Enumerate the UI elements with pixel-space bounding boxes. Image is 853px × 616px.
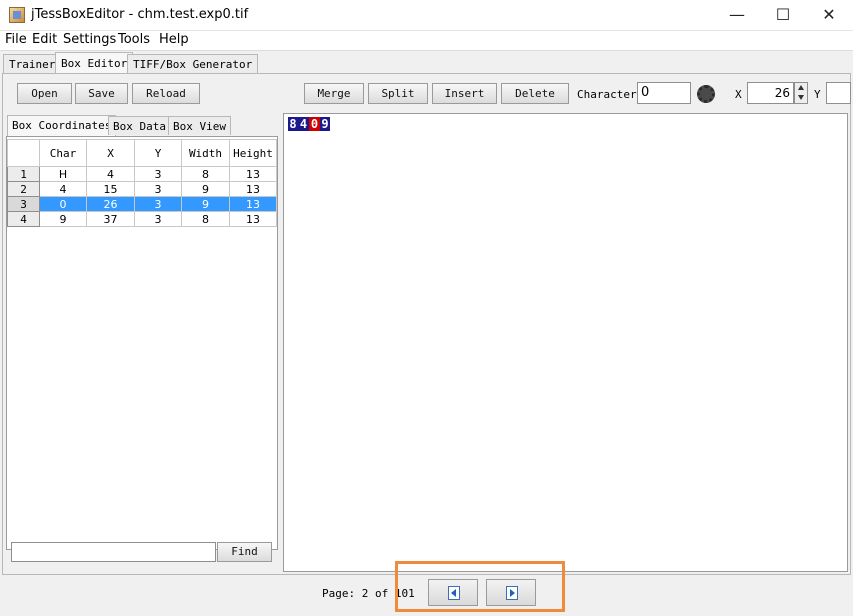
- glyph-box[interactable]: 4: [298, 117, 309, 131]
- tab-tiff-box-generator[interactable]: TIFF/Box Generator: [127, 54, 259, 74]
- delete-button[interactable]: Delete: [501, 83, 569, 104]
- menu-settings[interactable]: Settings: [63, 32, 116, 47]
- cell-y[interactable]: 3: [134, 211, 182, 227]
- highlight-annotation: [395, 561, 565, 612]
- table-corner: [7, 139, 40, 167]
- close-button[interactable]: ✕: [806, 0, 852, 31]
- character-label: Character: [577, 88, 637, 101]
- app-icon: [9, 7, 25, 23]
- y-label: Y: [814, 88, 821, 101]
- row-number[interactable]: 1: [7, 166, 40, 182]
- column-header-y[interactable]: Y: [134, 139, 182, 167]
- row-number[interactable]: 4: [7, 211, 40, 227]
- find-input[interactable]: [11, 542, 216, 562]
- x-spinner[interactable]: [794, 82, 808, 104]
- menu-tools[interactable]: Tools: [118, 32, 150, 47]
- table-row[interactable]: 1 H 4 3 8 13: [7, 166, 277, 182]
- character-field[interactable]: 0: [637, 82, 691, 104]
- window-title: jTessBoxEditor - chm.test.exp0.tif: [31, 7, 249, 22]
- column-header-width[interactable]: Width: [181, 139, 230, 167]
- minimize-button[interactable]: —: [714, 0, 760, 31]
- open-button[interactable]: Open: [17, 83, 72, 104]
- x-label: X: [735, 88, 742, 101]
- tab-box-editor[interactable]: Box Editor: [55, 52, 134, 75]
- cell-char[interactable]: H: [39, 166, 87, 182]
- cell-y[interactable]: 3: [134, 196, 182, 212]
- merge-button[interactable]: Merge: [304, 83, 364, 104]
- x-field[interactable]: 26: [747, 82, 794, 104]
- find-button[interactable]: Find: [217, 542, 272, 562]
- column-header-height[interactable]: Height: [229, 139, 277, 167]
- tab-trainer[interactable]: Trainer: [3, 54, 62, 74]
- cell-x[interactable]: 37: [86, 211, 135, 227]
- tab-box-coordinates[interactable]: Box Coordinates: [7, 115, 117, 136]
- cell-y[interactable]: 3: [134, 181, 182, 197]
- image-canvas[interactable]: 8 4 0 9: [283, 113, 848, 572]
- box-coordinates-panel: Box Coordinates Box Data Box View Char X…: [5, 115, 279, 570]
- column-header-x[interactable]: X: [86, 139, 135, 167]
- cell-width[interactable]: 8: [181, 211, 230, 227]
- table-row[interactable]: 4 9 37 3 8 13: [7, 211, 277, 227]
- cell-width[interactable]: 9: [181, 196, 230, 212]
- cell-x[interactable]: 15: [86, 181, 135, 197]
- cell-height[interactable]: 13: [229, 181, 277, 197]
- main-tabs: Trainer Box Editor TIFF/Box Generator: [0, 52, 853, 75]
- cell-char[interactable]: 9: [39, 211, 87, 227]
- cell-height[interactable]: 13: [229, 196, 277, 212]
- y-field[interactable]: [826, 82, 851, 104]
- spin-up-icon[interactable]: [798, 85, 804, 90]
- menu-help[interactable]: Help: [159, 32, 189, 47]
- tab-box-view[interactable]: Box View: [168, 116, 231, 135]
- glyph-strip: 8 4 0 9: [288, 117, 330, 131]
- save-button[interactable]: Save: [75, 83, 128, 104]
- split-button[interactable]: Split: [368, 83, 428, 104]
- tab-box-data[interactable]: Box Data: [108, 116, 171, 135]
- cell-height[interactable]: 13: [229, 166, 277, 182]
- glyph-box[interactable]: 8: [288, 117, 298, 131]
- gear-icon[interactable]: [697, 85, 715, 103]
- row-number[interactable]: 3: [7, 196, 40, 212]
- title-bar: jTessBoxEditor - chm.test.exp0.tif — ☐ ✕: [0, 0, 853, 31]
- cell-y[interactable]: 3: [134, 166, 182, 182]
- menu-edit[interactable]: Edit: [32, 32, 57, 47]
- reload-button[interactable]: Reload: [132, 83, 200, 104]
- table-row-selected[interactable]: 3 0 26 3 9 13: [7, 196, 277, 212]
- cell-char[interactable]: 4: [39, 181, 87, 197]
- table-row[interactable]: 2 4 15 3 9 13: [7, 181, 277, 197]
- menu-bar: File Edit Settings Tools Help: [0, 31, 853, 51]
- cell-height[interactable]: 13: [229, 211, 277, 227]
- menu-file[interactable]: File: [5, 32, 27, 47]
- cell-width[interactable]: 8: [181, 166, 230, 182]
- cell-x[interactable]: 26: [86, 196, 135, 212]
- cell-width[interactable]: 9: [181, 181, 230, 197]
- box-table-frame: Char X Y Width Height 1 H 4 3 8 13 2 4 1…: [6, 136, 278, 550]
- spin-down-icon[interactable]: [798, 95, 804, 100]
- glyph-box-selected[interactable]: 0: [309, 117, 320, 131]
- maximize-button[interactable]: ☐: [760, 0, 806, 31]
- insert-button[interactable]: Insert: [432, 83, 497, 104]
- cell-char[interactable]: 0: [39, 196, 87, 212]
- box-table: Char X Y Width Height 1 H 4 3 8 13 2 4 1…: [7, 139, 277, 227]
- glyph-box[interactable]: 9: [320, 117, 330, 131]
- cell-x[interactable]: 4: [86, 166, 135, 182]
- column-header-char[interactable]: Char: [39, 139, 87, 167]
- row-number[interactable]: 2: [7, 181, 40, 197]
